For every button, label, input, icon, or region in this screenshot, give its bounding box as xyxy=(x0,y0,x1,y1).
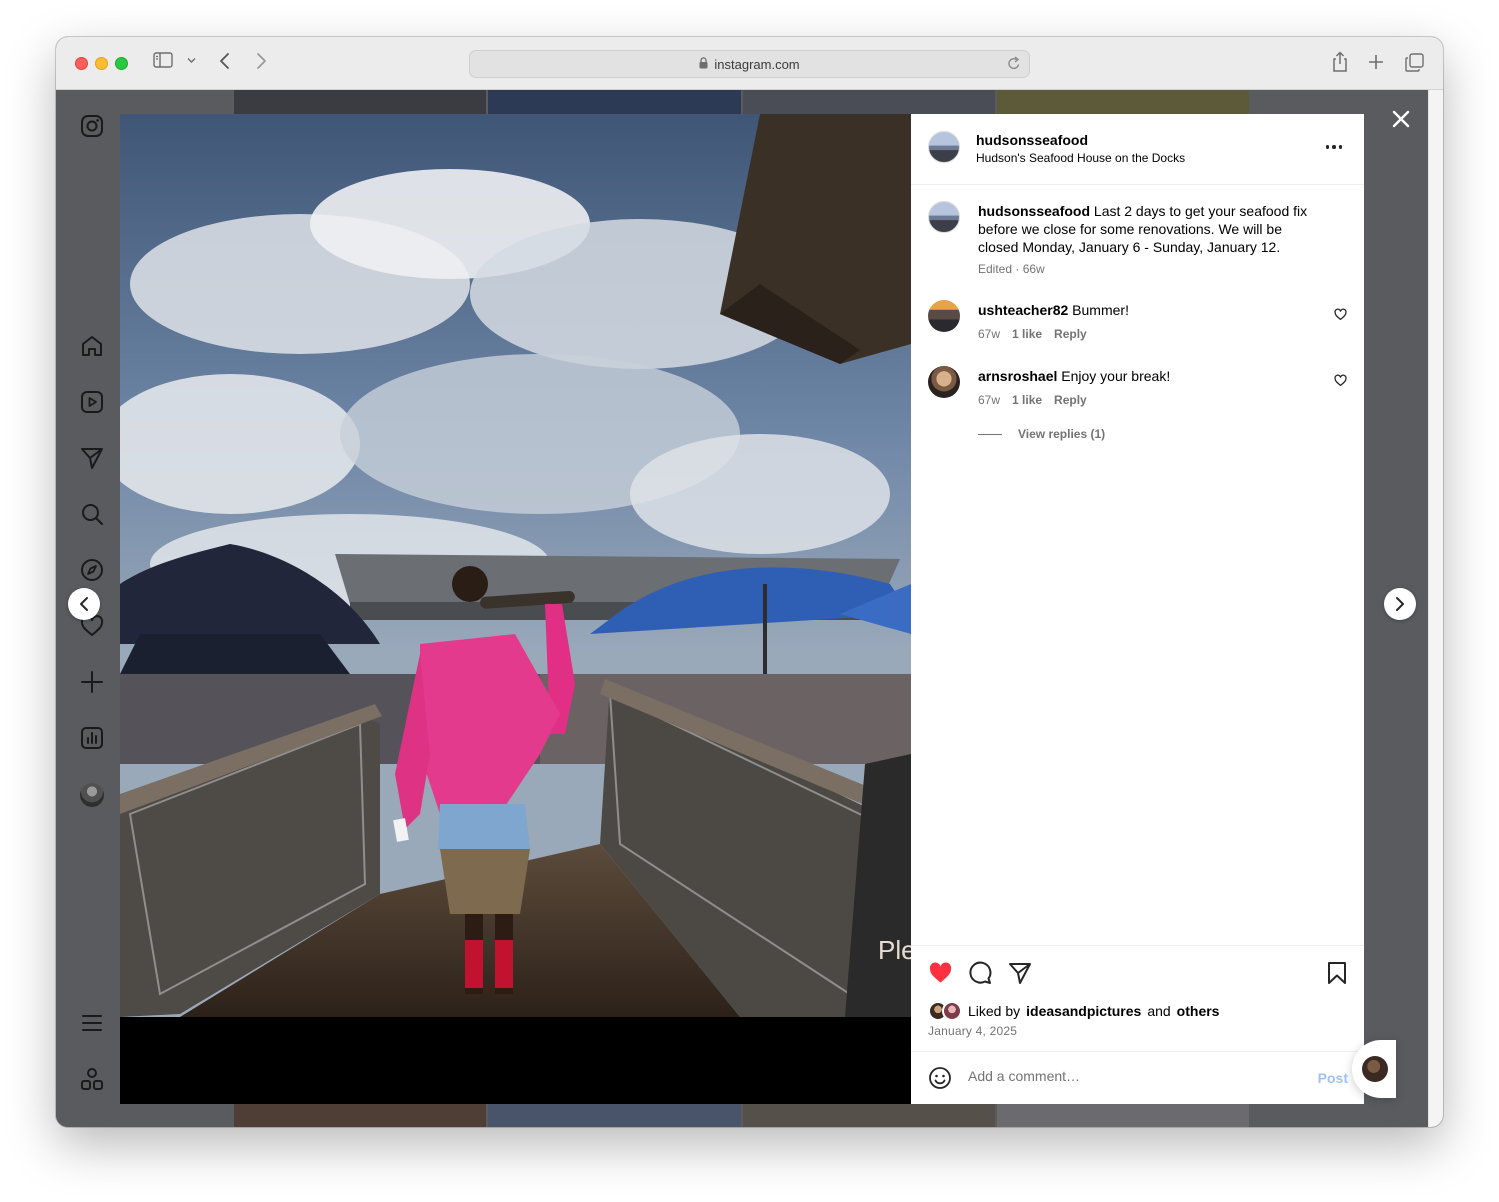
liked-by-user[interactable]: ideasandpictures xyxy=(1026,1003,1141,1019)
menu-icon[interactable] xyxy=(79,1010,105,1036)
post-date[interactable]: January 4, 2025 xyxy=(928,1024,1017,1038)
reply-button[interactable]: Reply xyxy=(1054,327,1087,341)
chevron-down-icon[interactable] xyxy=(187,57,196,64)
save-bookmark-icon[interactable] xyxy=(1324,960,1350,986)
comment-age: 67w xyxy=(978,393,1001,407)
previous-post-button[interactable] xyxy=(68,588,100,620)
close-modal-icon[interactable] xyxy=(1388,106,1414,132)
post-modal: Ple hudsonsseafood Hudson's Seafood Hous… xyxy=(120,114,1364,1104)
close-window-button[interactable] xyxy=(75,57,88,70)
commenter-avatar[interactable] xyxy=(928,300,960,332)
like-comment-icon[interactable] xyxy=(1334,308,1348,322)
comment-age: 67w xyxy=(978,327,1001,341)
post-comment-button[interactable]: Post xyxy=(1318,1070,1348,1086)
lock-icon xyxy=(699,56,708,72)
comment-text: ushteacher82 Bummer! xyxy=(978,301,1323,319)
view-replies-label: View replies (1) xyxy=(1018,427,1106,441)
reload-icon[interactable] xyxy=(1007,56,1021,74)
minimize-window-button[interactable] xyxy=(95,57,108,70)
post-details-panel: hudsonsseafood Hudson's Seafood House on… xyxy=(911,114,1364,1104)
url-text: instagram.com xyxy=(714,56,800,72)
profile-grid-top xyxy=(234,90,1249,114)
profile-avatar[interactable] xyxy=(80,783,104,807)
next-post-button[interactable] xyxy=(1384,588,1416,620)
new-tab-icon[interactable] xyxy=(1368,54,1384,70)
dashboard-icon[interactable] xyxy=(79,725,105,751)
comment-meta: 67w 1 like Reply xyxy=(978,327,1087,341)
back-icon[interactable] xyxy=(219,52,231,70)
comment-icon[interactable] xyxy=(967,960,993,986)
caption-username[interactable]: hudsonsseafood xyxy=(978,203,1090,219)
like-comment-icon[interactable] xyxy=(1334,374,1348,388)
share-post-icon[interactable] xyxy=(1007,960,1033,986)
more-apps-icon[interactable] xyxy=(79,1066,105,1092)
comment-body: Bummer! xyxy=(1072,302,1129,318)
caption-meta: Edited · 66w xyxy=(978,262,1045,276)
comment-likes[interactable]: 1 like xyxy=(1012,393,1042,407)
browser-toolbar: instagram.com xyxy=(56,37,1443,90)
share-icon[interactable] xyxy=(1331,51,1349,73)
like-heart-icon[interactable] xyxy=(927,960,953,986)
caption-timestamp: Edited · 66w xyxy=(978,262,1045,276)
address-bar[interactable]: instagram.com xyxy=(469,50,1030,78)
replies-divider xyxy=(978,433,1002,435)
instagram-page: Ple hudsonsseafood Hudson's Seafood Hous… xyxy=(56,90,1428,1127)
reply-button[interactable]: Reply xyxy=(1054,393,1087,407)
explore-icon[interactable] xyxy=(79,557,105,583)
post-header: hudsonsseafood Hudson's Seafood House on… xyxy=(911,114,1364,185)
reels-icon[interactable] xyxy=(79,389,105,415)
add-comment-bar: Post xyxy=(911,1051,1364,1104)
messages-avatar xyxy=(1362,1056,1388,1082)
forward-icon[interactable] xyxy=(255,52,267,70)
zoom-window-button[interactable] xyxy=(115,57,128,70)
post-location[interactable]: Hudson's Seafood House on the Docks xyxy=(976,151,1185,165)
comment-input[interactable] xyxy=(968,1068,1288,1084)
author-avatar[interactable] xyxy=(928,131,960,163)
instagram-logo-icon[interactable] xyxy=(79,113,105,139)
view-replies-button[interactable]: View replies (1) xyxy=(978,427,1105,441)
messages-icon[interactable] xyxy=(79,445,105,471)
comment-text: arnsroshael Enjoy your break! xyxy=(978,367,1323,385)
post-photo[interactable]: Ple xyxy=(120,114,911,1104)
post-actions: Liked by ideasandpictures and others Jan… xyxy=(911,945,1364,1050)
browser-window: instagram.com Ple hudsonsseafood Hudson'… xyxy=(56,37,1443,1127)
more-options-icon[interactable] xyxy=(1322,139,1346,155)
tab-overview-icon[interactable] xyxy=(1405,53,1424,72)
home-icon[interactable] xyxy=(79,333,105,359)
comment-username[interactable]: ushteacher82 xyxy=(978,302,1068,318)
caption-avatar[interactable] xyxy=(928,201,960,233)
liked-by-prefix: Liked by xyxy=(968,1003,1021,1019)
emoji-icon[interactable] xyxy=(928,1066,952,1090)
photo-sign-text: Ple xyxy=(878,935,911,965)
liked-by-others[interactable]: others xyxy=(1177,1003,1220,1019)
comment-meta: 67w 1 like Reply xyxy=(978,393,1087,407)
caption-text: hudsonsseafood Last 2 days to get your s… xyxy=(978,202,1323,256)
liked-by-and: and xyxy=(1147,1003,1171,1019)
profile-grid-bottom xyxy=(234,1104,1249,1127)
comment-likes[interactable]: 1 like xyxy=(1012,327,1042,341)
liked-by: Liked by ideasandpictures and others xyxy=(928,1001,1219,1021)
author-username[interactable]: hudsonsseafood xyxy=(976,132,1088,148)
search-icon[interactable] xyxy=(79,501,105,527)
comment-body: Enjoy your break! xyxy=(1061,368,1171,384)
create-icon[interactable] xyxy=(79,669,105,695)
commenter-avatar[interactable] xyxy=(928,366,960,398)
liker-avatars[interactable] xyxy=(928,1001,962,1021)
comment-username[interactable]: arnsroshael xyxy=(978,368,1057,384)
scrollbar[interactable] xyxy=(1428,90,1443,1127)
sidebar-toggle-icon[interactable] xyxy=(153,52,173,68)
